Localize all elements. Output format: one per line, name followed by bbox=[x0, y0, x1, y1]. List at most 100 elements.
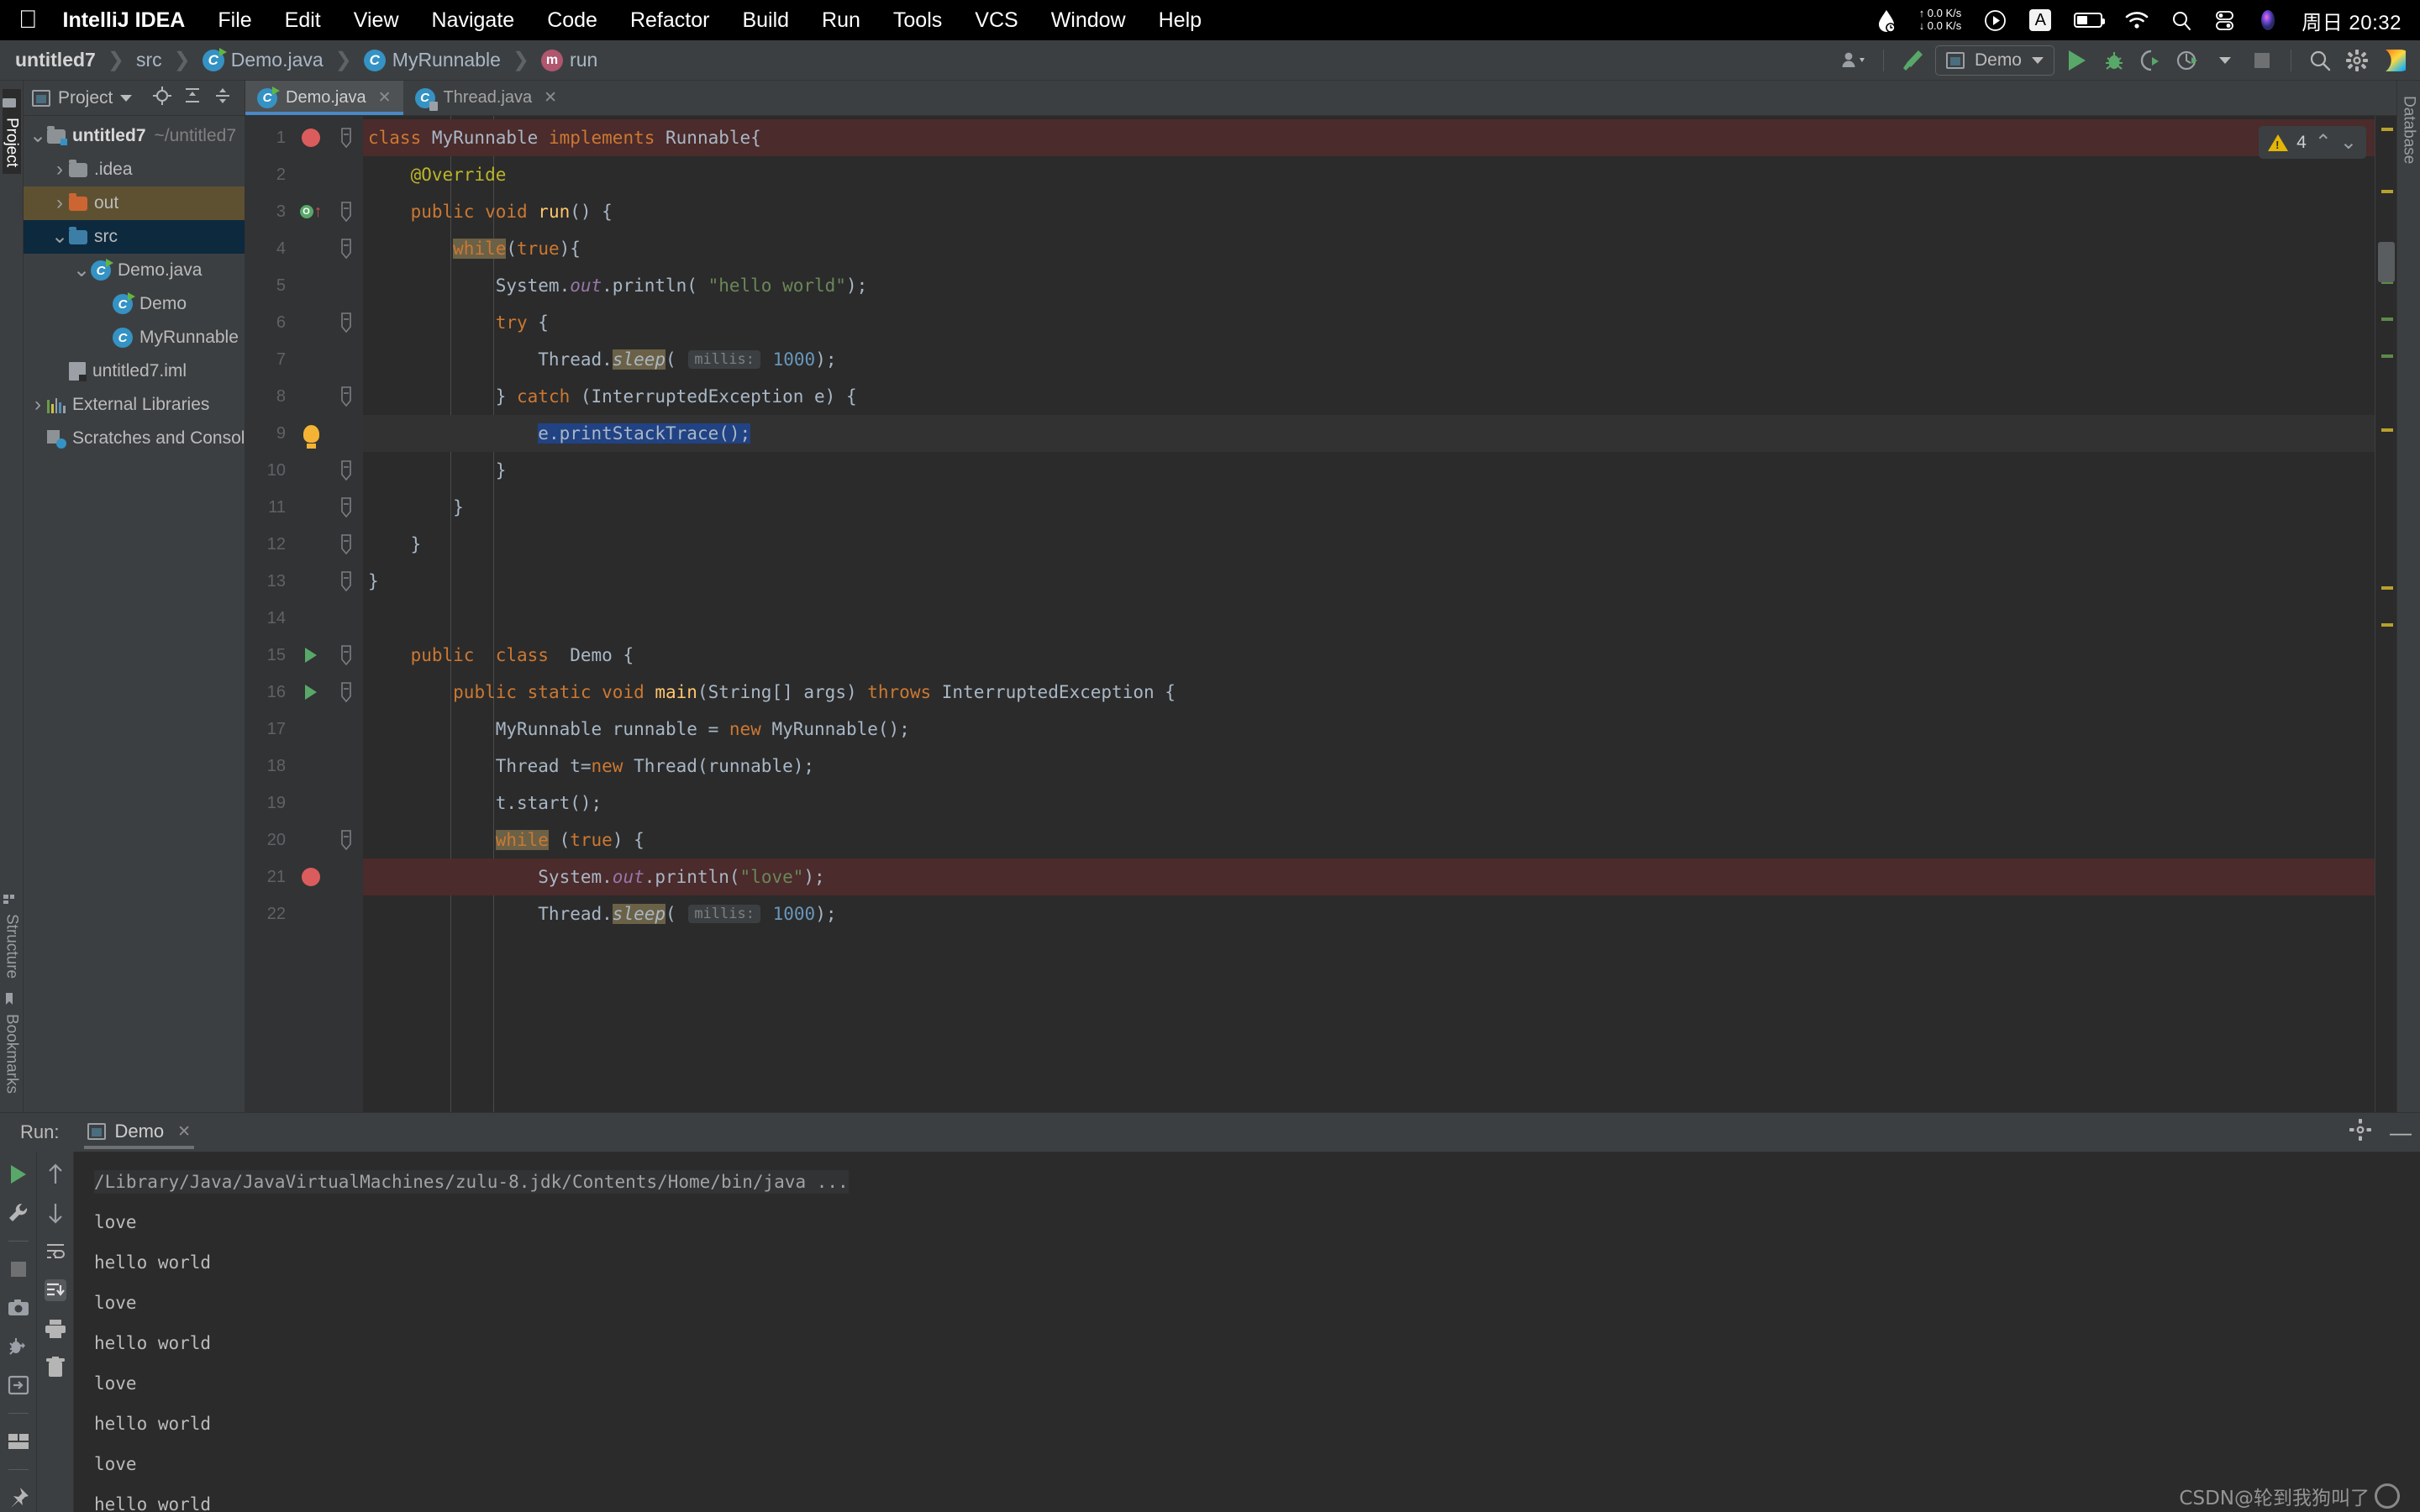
gutter-row[interactable]: 18 bbox=[245, 748, 363, 785]
code-line[interactable]: t.start(); bbox=[363, 785, 2375, 822]
breakpoint-icon[interactable] bbox=[302, 129, 320, 147]
gutter-run[interactable] bbox=[292, 685, 329, 700]
soft-wrap-icon[interactable] bbox=[45, 1241, 66, 1263]
chevron-right-icon[interactable]: › bbox=[50, 192, 69, 215]
sidebar-item-bookmarks[interactable]: Bookmarks bbox=[3, 985, 21, 1100]
gutter-run[interactable] bbox=[292, 648, 329, 663]
gutter-row[interactable]: 20 bbox=[245, 822, 363, 858]
next-problem-icon[interactable]: ⌄ bbox=[2340, 130, 2357, 155]
code-line[interactable]: public void run() { bbox=[363, 193, 2375, 230]
code-line[interactable]: while(true){ bbox=[363, 230, 2375, 267]
gutter-row[interactable]: 7 bbox=[245, 341, 363, 378]
gutter-row[interactable]: 9 bbox=[245, 415, 363, 452]
inspection-widget[interactable]: 4 ⌃ ⌄ bbox=[2259, 126, 2366, 159]
close-icon[interactable]: ✕ bbox=[378, 88, 392, 108]
run-button[interactable] bbox=[2063, 46, 2091, 75]
run-gutter-icon[interactable] bbox=[305, 685, 317, 700]
wrench-settings-icon[interactable] bbox=[8, 1202, 29, 1224]
fold-marker-icon[interactable] bbox=[329, 496, 363, 518]
fold-marker-icon[interactable] bbox=[329, 533, 363, 555]
tree-item-untitled7-iml[interactable]: untitled7.iml bbox=[24, 354, 245, 388]
gutter-breakpoint[interactable] bbox=[292, 868, 329, 886]
siri-icon[interactable] bbox=[2257, 9, 2279, 31]
stop-button[interactable] bbox=[2248, 46, 2276, 75]
breadcrumb-method[interactable]: m run bbox=[541, 49, 597, 71]
gutter-row[interactable]: 17 bbox=[245, 711, 363, 748]
menubar-clock[interactable]: 周日 20:32 bbox=[2302, 6, 2402, 35]
clear-all-icon[interactable] bbox=[45, 1357, 66, 1378]
tree-item-untitled7[interactable]: ⌄ untitled7 ~/untitled7 bbox=[24, 119, 245, 153]
tab-thread-java[interactable]: C Thread.java ✕ bbox=[402, 81, 570, 115]
print-icon[interactable] bbox=[45, 1318, 66, 1340]
scroll-up-icon[interactable] bbox=[45, 1163, 66, 1185]
breadcrumb-file[interactable]: C Demo.java bbox=[202, 47, 324, 71]
code-line[interactable]: try { bbox=[363, 304, 2375, 341]
export-icon[interactable] bbox=[8, 1374, 29, 1396]
run-tab-demo[interactable]: Demo ✕ bbox=[77, 1116, 201, 1149]
run-with-coverage-button[interactable] bbox=[2137, 46, 2165, 75]
gutter-row[interactable]: 8 bbox=[245, 378, 363, 415]
prev-problem-icon[interactable]: ⌃ bbox=[2315, 130, 2332, 155]
code-line[interactable]: } bbox=[363, 563, 2375, 600]
debug-thread-dump-icon[interactable] bbox=[8, 1336, 29, 1357]
menu-item-file[interactable]: File bbox=[218, 8, 251, 33]
gutter-row[interactable]: 5 bbox=[245, 267, 363, 304]
gutter-row[interactable]: 21 bbox=[245, 858, 363, 895]
gutter-row[interactable]: 15 bbox=[245, 637, 363, 674]
chevron-down-icon[interactable]: ⌄ bbox=[50, 227, 69, 247]
search-everywhere-icon[interactable] bbox=[2306, 46, 2334, 75]
code-line[interactable]: Thread. sleep( millis: 1000); bbox=[363, 341, 2375, 378]
locate-icon[interactable] bbox=[152, 86, 172, 111]
gutter-override[interactable]: O ↑ bbox=[299, 203, 323, 220]
expand-all-icon[interactable] bbox=[182, 86, 203, 111]
fold-marker-icon[interactable] bbox=[329, 644, 363, 666]
gutter-row[interactable]: 2 bbox=[245, 156, 363, 193]
code-line[interactable]: public static void main (String[] args) t… bbox=[363, 674, 2375, 711]
gutter-row[interactable]: 22 bbox=[245, 895, 363, 932]
tree-item-demo[interactable]: C Demo bbox=[24, 287, 245, 321]
menu-item-view[interactable]: View bbox=[354, 8, 399, 33]
settings-gear-icon[interactable] bbox=[2343, 46, 2371, 75]
breadcrumb-src[interactable]: src bbox=[136, 49, 162, 71]
breakpoint-icon[interactable] bbox=[302, 868, 320, 886]
input-source-icon[interactable]: A bbox=[2029, 9, 2052, 31]
breadcrumb-class[interactable]: C MyRunnable bbox=[363, 49, 501, 71]
fold-marker-icon[interactable] bbox=[329, 570, 363, 592]
hide-panel-icon[interactable]: — bbox=[2390, 1121, 2412, 1143]
gutter-row[interactable]: 19 bbox=[245, 785, 363, 822]
console-output[interactable]: /Library/Java/JavaVirtualMachines/zulu-8… bbox=[74, 1152, 2420, 1512]
tree-item-myrunnable[interactable]: C MyRunnable bbox=[24, 321, 245, 354]
user-dropdown-icon[interactable] bbox=[1840, 46, 1869, 75]
fold-marker-icon[interactable] bbox=[329, 127, 363, 149]
chevron-down-icon[interactable]: ⌄ bbox=[29, 126, 47, 146]
debug-button[interactable] bbox=[2100, 46, 2128, 75]
chevron-right-icon[interactable]: › bbox=[50, 158, 69, 181]
code-line[interactable]: } bbox=[363, 526, 2375, 563]
apple-logo-icon[interactable]:  bbox=[18, 8, 38, 33]
code-line[interactable]: public class Demo { bbox=[363, 637, 2375, 674]
project-panel-title-button[interactable]: Project bbox=[32, 88, 133, 108]
pin-icon[interactable] bbox=[8, 1487, 29, 1509]
code-line[interactable]: } bbox=[363, 489, 2375, 526]
control-center-icon[interactable] bbox=[2215, 10, 2234, 31]
gutter-row[interactable]: 11 bbox=[245, 489, 363, 526]
fold-marker-icon[interactable] bbox=[329, 201, 363, 223]
layout-icon[interactable] bbox=[8, 1431, 29, 1452]
battery-icon[interactable] bbox=[2074, 13, 2106, 28]
fold-marker-icon[interactable] bbox=[329, 312, 363, 333]
menu-item-help[interactable]: Help bbox=[1159, 8, 1202, 33]
fold-marker-icon[interactable] bbox=[329, 386, 363, 407]
sidebar-item-project[interactable]: Project bbox=[2, 89, 21, 175]
tree-item-external-libraries[interactable]: › External Libraries bbox=[24, 388, 245, 422]
gutter-intention[interactable] bbox=[292, 424, 329, 446]
gutter-row[interactable]: 10 bbox=[245, 452, 363, 489]
gutter-row[interactable]: 14 bbox=[245, 600, 363, 637]
menu-item-intellij-idea[interactable]: IntelliJ IDEA bbox=[63, 8, 186, 33]
code-line[interactable]: } bbox=[363, 452, 2375, 489]
intention-bulb-icon[interactable] bbox=[302, 424, 319, 446]
menu-item-window[interactable]: Window bbox=[1051, 8, 1126, 33]
sidebar-item-structure[interactable]: Structure bbox=[3, 885, 21, 985]
build-hammer-icon[interactable] bbox=[1898, 46, 1927, 75]
spotlight-search-icon[interactable] bbox=[2171, 10, 2192, 31]
breadcrumb-project[interactable]: untitled7 bbox=[15, 49, 96, 71]
